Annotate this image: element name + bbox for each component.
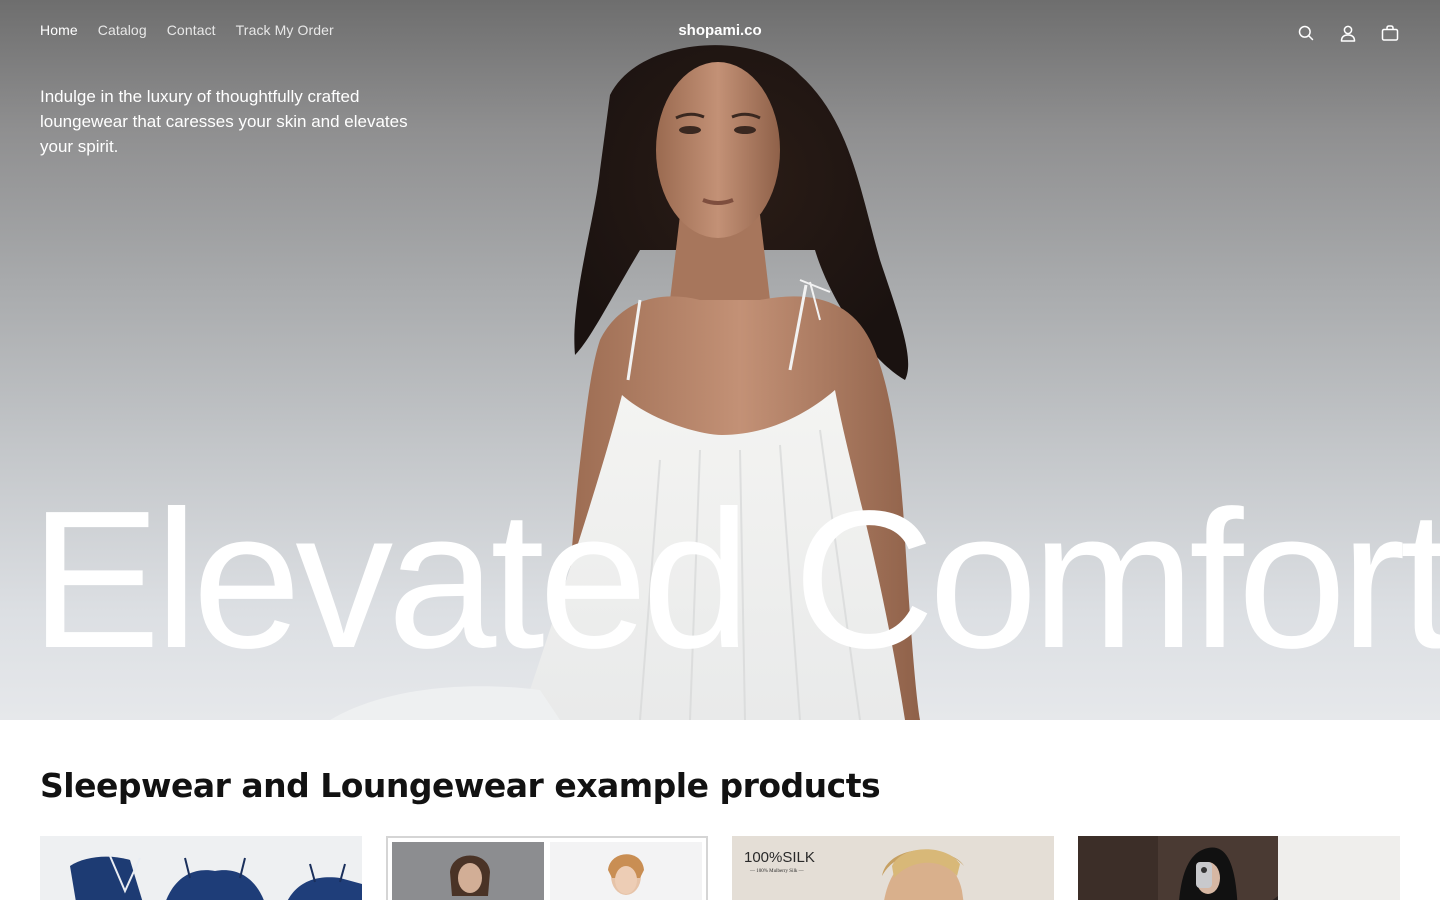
product-image xyxy=(40,836,362,900)
product-card[interactable] xyxy=(386,836,708,900)
brand-logo[interactable]: shopami.co xyxy=(678,22,761,39)
product-card[interactable] xyxy=(1078,836,1400,900)
account-icon xyxy=(1340,25,1356,42)
hero-banner: Home Catalog Contact Track My Order shop… xyxy=(0,0,1440,720)
search-icon xyxy=(1298,25,1314,41)
product-image xyxy=(386,836,708,900)
main-nav: Home Catalog Contact Track My Order xyxy=(40,22,334,38)
cart-button[interactable] xyxy=(1380,20,1400,46)
nav-home[interactable]: Home xyxy=(40,22,78,38)
account-button[interactable] xyxy=(1338,20,1358,46)
header-icons xyxy=(1296,20,1400,46)
products-section-title: Sleepwear and Loungewear example product… xyxy=(40,766,881,805)
product-image: 100%SILK — 100% Mulberry Silk — xyxy=(732,836,1054,900)
cart-icon xyxy=(1381,25,1399,41)
product-image xyxy=(1078,836,1400,900)
silk-sublabel: — 100% Mulberry Silk — xyxy=(749,869,805,874)
hero-tagline: Indulge in the luxury of thoughtfully cr… xyxy=(40,87,408,156)
hero-title: Elevated Comfort xyxy=(30,470,1440,689)
silk-label: 100%SILK xyxy=(744,849,815,866)
product-card[interactable] xyxy=(40,836,362,900)
product-grid: 100%SILK — 100% Mulberry Silk — xyxy=(40,836,1400,900)
nav-track-order[interactable]: Track My Order xyxy=(236,22,334,38)
nav-contact[interactable]: Contact xyxy=(167,22,216,38)
search-button[interactable] xyxy=(1296,20,1316,46)
nav-catalog[interactable]: Catalog xyxy=(98,22,147,38)
product-card[interactable]: 100%SILK — 100% Mulberry Silk — xyxy=(732,836,1054,900)
